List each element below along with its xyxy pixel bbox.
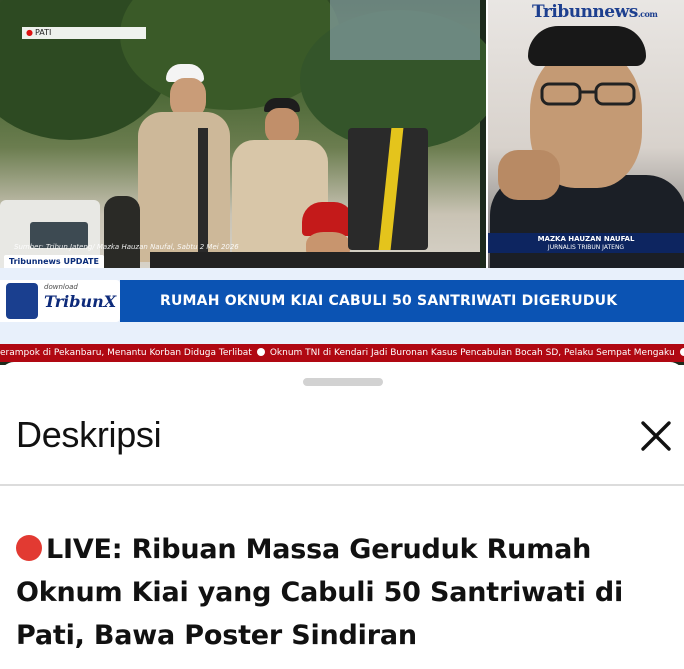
reporter-hair (528, 26, 646, 66)
video-player[interactable]: ● PATI Sumber: Tribun Jateng/ Mazka Hauza… (0, 0, 684, 365)
ticker-separator-icon (679, 348, 684, 356)
tribunx-logo: TribunX (44, 292, 117, 311)
reporter-name-bar: MAZKA HAUZAN NAUFAL JURNALIS TRIBUN JATE… (488, 233, 684, 253)
ticker-item: erampok di Pekanbaru, Menantu Korban Did… (0, 348, 252, 358)
reporter-role: JURNALIS TRIBUN JATENG (547, 244, 625, 251)
location-tag: ● PATI (22, 27, 146, 39)
tribunnews-logo: Tribunnews.com (532, 2, 658, 22)
brand-update-label: Tribunnews UPDATE (4, 255, 104, 268)
description-title: LIVE: Ribuan Massa Geruduk Rumah Oknum K… (16, 528, 676, 657)
source-caption: Sumber: Tribun Jateng/ Mazka Hauzan Nauf… (14, 243, 239, 251)
ticker-item: Oknum TNI di Kendari Jadi Buronan Kasus … (269, 348, 675, 358)
ticker-separator-icon (256, 348, 265, 356)
phone-icon (6, 283, 38, 319)
news-ticker: erampok di Pekanbaru, Menantu Korban Did… (0, 344, 684, 362)
reporter-hand (498, 150, 560, 200)
close-icon (641, 421, 671, 451)
reporter-name: MAZKA HAUZAN NAUFAL (537, 235, 635, 243)
drag-handle[interactable] (303, 378, 383, 386)
promo-download-label: download (44, 283, 78, 291)
divider (0, 484, 684, 486)
headline-bar: RUMAH OKNUM KIAI CABULI 50 SANTRIWATI DI… (120, 280, 684, 322)
description-title-text: LIVE: Ribuan Massa Geruduk Rumah Oknum K… (16, 534, 624, 651)
sheet-title: Deskripsi (16, 414, 162, 455)
location-label: PATI (34, 28, 52, 37)
map-pin-icon: ● (26, 28, 33, 37)
glasses-icon (540, 82, 636, 106)
video-main-scene (0, 0, 500, 268)
red-circle-icon (16, 535, 42, 561)
reporter-inset: Tribunnews.com (486, 0, 684, 268)
close-button[interactable] (636, 416, 676, 456)
